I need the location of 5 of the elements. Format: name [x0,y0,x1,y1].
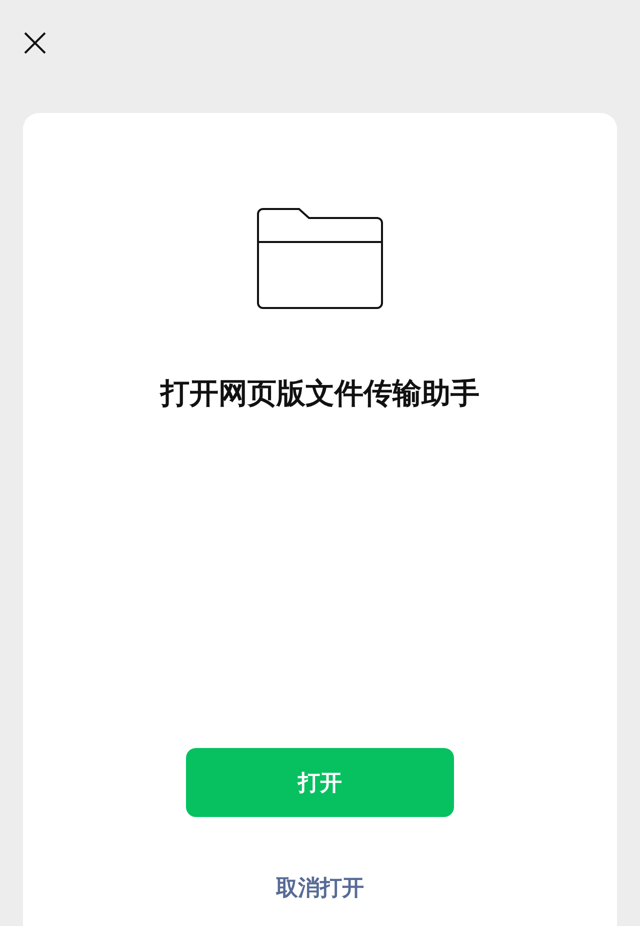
cancel-link[interactable]: 取消打开 [276,873,364,903]
close-button[interactable] [23,31,47,55]
folder-icon [257,208,383,309]
dialog-title: 打开网页版文件传输助手 [160,375,480,411]
close-icon [23,31,47,55]
